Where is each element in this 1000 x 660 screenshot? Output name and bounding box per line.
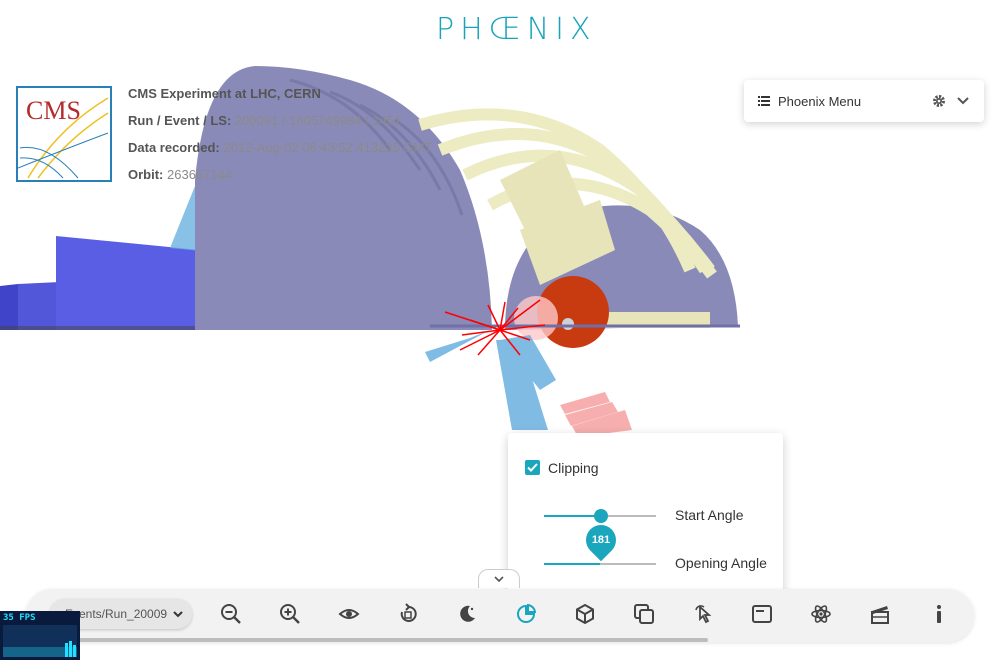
toolbar-collapse-button[interactable] [478,569,520,588]
fps-label: 35 FPS [3,613,36,623]
muon-hits [560,392,632,437]
list-icon [758,96,770,106]
experiment-title: CMS Experiment at LHC, CERN [128,86,321,101]
zoom-in-icon[interactable] [279,603,301,625]
chevron-down-icon [494,576,504,583]
calo-towers [425,330,556,430]
phoenix-menu[interactable]: Phoenix Menu [744,80,984,122]
gear-icon[interactable] [932,94,946,108]
run-label: Run / Event / LS: [128,113,232,128]
start-angle-label: Start Angle [675,507,744,523]
atom-icon[interactable] [810,603,832,625]
clipping-icon[interactable] [515,603,537,625]
clipping-checkbox[interactable] [525,460,540,475]
chevron-down-icon[interactable] [956,94,970,108]
info-panel-icon[interactable] [751,603,773,625]
animate-icon[interactable] [869,603,891,625]
info-icon[interactable] [928,603,950,625]
app-logo: PHŒNIX [436,12,597,47]
overlay-icon[interactable] [633,603,655,625]
opening-angle-fill [544,563,600,565]
fps-graph [3,625,77,657]
bottom-toolbar: Events/Run_200091 [26,589,974,642]
date-value: 2012-Aug-02 06:43:52.413225 GMT [223,140,433,155]
chevron-down-icon [173,611,183,618]
start-angle-thumb[interactable] [594,509,608,523]
rotate-icon[interactable] [397,603,419,625]
start-angle-fill [544,515,600,517]
toolbar-scrollbar[interactable] [26,638,708,642]
opening-angle-label: Opening Angle [675,555,767,571]
cube-icon[interactable] [574,603,596,625]
orbit-value: 263667144 [167,167,233,182]
cms-logo-text: CMS [26,96,81,125]
eye-icon[interactable] [338,603,360,625]
date-label: Data recorded: [128,140,220,155]
run-value: 200091 / 1605749984 / 1451 [234,113,402,128]
orbit-label: Orbit: [128,167,164,182]
cms-logo: CMS [16,86,112,182]
zoom-out-icon[interactable] [220,603,242,625]
event-select-value: Events/Run_200091 [65,607,167,621]
clipping-panel: Clipping 181 Start Angle Opening Angle [508,433,783,593]
dark-mode-icon[interactable] [456,603,478,625]
experiment-info: CMS Experiment at LHC, CERN Run / Event … [128,80,432,188]
clipping-label: Clipping [548,460,599,476]
slider-value-text: 181 [591,534,611,546]
phoenix-menu-label: Phoenix Menu [778,93,862,109]
fps-stats: 35 FPS [0,611,80,660]
pointer-icon[interactable] [692,603,714,625]
